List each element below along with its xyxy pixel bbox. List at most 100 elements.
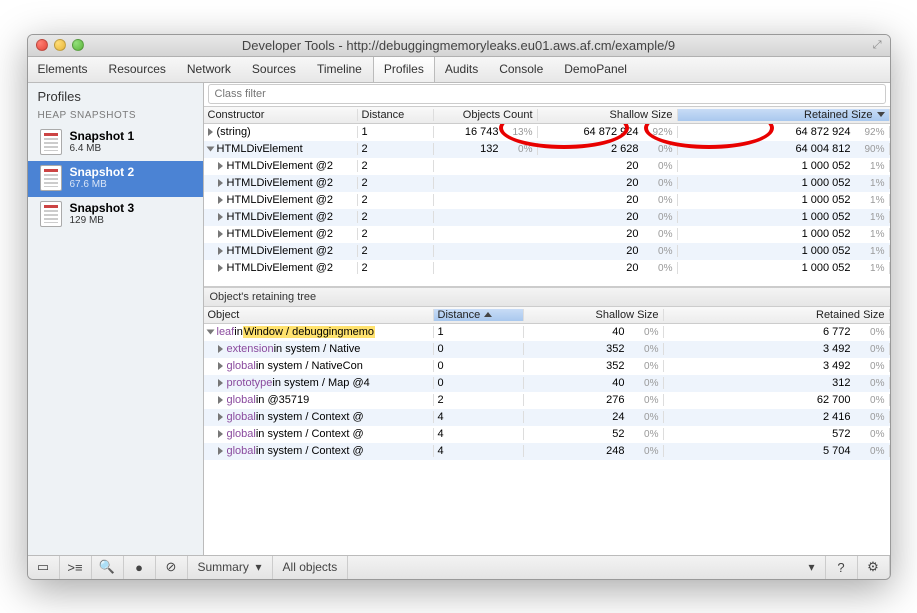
disclosure-icon[interactable] — [218, 396, 223, 404]
cell-shallow: 200% — [538, 194, 678, 206]
disclosure-icon[interactable] — [218, 247, 223, 255]
snapshot-size: 129 MB — [70, 215, 135, 226]
cell-object: prototype in system / Map @4 — [204, 377, 434, 389]
cell-distance: 2 — [358, 177, 434, 189]
col-shallow-size[interactable]: Shallow Size — [524, 309, 664, 321]
table-row[interactable]: global in system / NativeCon03520%3 4920… — [204, 358, 890, 375]
cell-distance: 1 — [358, 126, 434, 138]
tab-sources[interactable]: Sources — [242, 57, 307, 82]
table-row[interactable]: extension in system / Native03520%3 4920… — [204, 341, 890, 358]
zoom-icon[interactable] — [72, 39, 84, 51]
col-constructor[interactable]: Constructor — [204, 109, 358, 121]
cell-constructor: (string) — [204, 126, 358, 138]
col-distance[interactable]: Distance — [358, 109, 434, 121]
table-row[interactable]: HTMLDivElement @22200%1 000 0521% — [204, 243, 890, 260]
col-retained-size[interactable]: Retained Size — [664, 309, 890, 321]
record-icon[interactable]: ● — [124, 556, 156, 579]
disclosure-icon[interactable] — [218, 447, 223, 455]
table-row[interactable]: global in system / Context @42480%5 7040… — [204, 443, 890, 460]
search-icon[interactable]: 🔍 — [92, 556, 124, 579]
cell-retained: 64 004 81290% — [678, 143, 890, 155]
dock-icon[interactable]: ▭ — [28, 556, 60, 579]
cell-retained: 3120% — [664, 377, 890, 389]
tab-demopanel[interactable]: DemoPanel — [554, 57, 638, 82]
cell-shallow: 520% — [524, 428, 664, 440]
cell-object: global in system / Context @ — [204, 428, 434, 440]
cell-retained: 3 4920% — [664, 343, 890, 355]
tab-timeline[interactable]: Timeline — [307, 57, 373, 82]
disclosure-icon[interactable] — [208, 128, 213, 136]
disclosure-icon[interactable] — [218, 413, 223, 421]
table-row[interactable]: global in system / Context @4240%2 4160% — [204, 409, 890, 426]
cell-constructor: HTMLDivElement @2 — [204, 211, 358, 223]
console-icon[interactable]: >≡ — [60, 556, 92, 579]
table-row[interactable]: (string)116 74313%64 872 92492%64 872 92… — [204, 124, 890, 141]
disclosure-icon[interactable] — [218, 362, 223, 370]
disclosure-icon[interactable] — [218, 213, 223, 221]
tab-profiles[interactable]: Profiles — [373, 57, 435, 82]
disclosure-icon[interactable] — [218, 162, 223, 170]
table-row[interactable]: HTMLDivElement @22200%1 000 0521% — [204, 260, 890, 277]
cell-retained: 1 000 0521% — [678, 194, 890, 206]
cell-distance: 2 — [358, 262, 434, 274]
devtools-window: Developer Tools - http://debuggingmemory… — [27, 34, 891, 580]
cell-retained: 1 000 0521% — [678, 211, 890, 223]
settings-icon[interactable]: ⚙ — [858, 556, 890, 579]
disclosure-icon[interactable] — [218, 430, 223, 438]
table-row[interactable]: prototype in system / Map @40400%3120% — [204, 375, 890, 392]
col-object[interactable]: Object — [204, 309, 434, 321]
filter-select[interactable]: All objects — [273, 556, 349, 579]
disclosure-icon[interactable] — [206, 147, 214, 152]
col-distance[interactable]: Distance — [434, 309, 524, 321]
cell-constructor: HTMLDivElement @2 — [204, 262, 358, 274]
table-row[interactable]: HTMLDivElement21320%2 6280%64 004 81290% — [204, 141, 890, 158]
disclosure-icon[interactable] — [218, 179, 223, 187]
tab-audits[interactable]: Audits — [435, 57, 489, 82]
disclosure-icon[interactable] — [206, 330, 214, 335]
disclosure-icon[interactable] — [218, 230, 223, 238]
lower-rows[interactable]: leaf in Window / debuggingmemo1400%6 772… — [204, 324, 890, 555]
table-row[interactable]: global in @3571922760%62 7000% — [204, 392, 890, 409]
table-row[interactable]: global in system / Context @4520%5720% — [204, 426, 890, 443]
tab-console[interactable]: Console — [489, 57, 554, 82]
cell-object: extension in system / Native — [204, 343, 434, 355]
upper-rows[interactable]: (string)116 74313%64 872 92492%64 872 92… — [204, 124, 890, 286]
cell-shallow: 200% — [538, 245, 678, 257]
class-filter-input[interactable] — [208, 84, 886, 104]
view-select[interactable]: Summary ▾ — [188, 556, 273, 579]
table-row[interactable]: HTMLDivElement @22200%1 000 0521% — [204, 175, 890, 192]
col-retained-size[interactable]: Retained Size — [678, 109, 890, 121]
tab-elements[interactable]: Elements — [28, 57, 99, 82]
cell-distance: 4 — [434, 428, 524, 440]
help-button[interactable]: ? — [826, 556, 858, 579]
snapshot-icon — [40, 129, 62, 155]
table-row[interactable]: HTMLDivElement @22200%1 000 0521% — [204, 209, 890, 226]
minimize-icon[interactable] — [54, 39, 66, 51]
snapshot-item-2[interactable]: Snapshot 2 67.6 MB — [28, 161, 203, 197]
disclosure-icon[interactable] — [218, 196, 223, 204]
expand-icon[interactable]: ⤢ — [873, 39, 882, 52]
col-objects-count[interactable]: Objects Count — [434, 109, 538, 121]
disclosure-icon[interactable] — [218, 345, 223, 353]
cell-shallow: 200% — [538, 228, 678, 240]
disclosure-icon[interactable] — [218, 379, 223, 387]
sidebar-section: HEAP SNAPSHOTS — [28, 108, 203, 125]
snapshot-item-1[interactable]: Snapshot 1 6.4 MB — [28, 125, 203, 161]
cell-retained: 6 7720% — [664, 326, 890, 338]
tab-network[interactable]: Network — [177, 57, 242, 82]
table-row[interactable]: leaf in Window / debuggingmemo1400%6 772… — [204, 324, 890, 341]
col-shallow-size[interactable]: Shallow Size — [538, 109, 678, 121]
cell-shallow: 3520% — [524, 360, 664, 372]
tabs: Elements Resources Network Sources Timel… — [28, 57, 890, 83]
table-row[interactable]: HTMLDivElement @22200%1 000 0521% — [204, 226, 890, 243]
tab-resources[interactable]: Resources — [99, 57, 177, 82]
close-icon[interactable] — [36, 39, 48, 51]
cell-retained: 1 000 0521% — [678, 160, 890, 172]
traffic-lights — [36, 39, 84, 51]
table-row[interactable]: HTMLDivElement @22200%1 000 0521% — [204, 192, 890, 209]
disclosure-icon[interactable] — [218, 264, 223, 272]
cell-shallow: 2480% — [524, 445, 664, 457]
snapshot-item-3[interactable]: Snapshot 3 129 MB — [28, 197, 203, 233]
clear-icon[interactable]: ⊘ — [156, 556, 188, 579]
table-row[interactable]: HTMLDivElement @22200%1 000 0521% — [204, 158, 890, 175]
